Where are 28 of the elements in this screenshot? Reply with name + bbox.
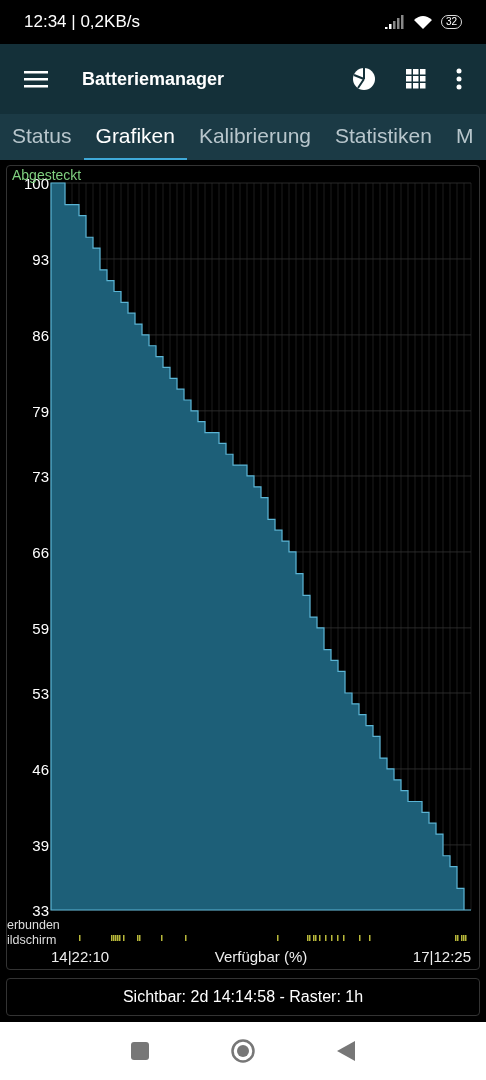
- home-icon[interactable]: [231, 1039, 255, 1064]
- y-tick-label: 39: [32, 837, 49, 854]
- tab[interactable]: Grafiken: [83, 113, 187, 161]
- tab[interactable]: Statistiken: [323, 113, 444, 161]
- row-label: erbunden: [7, 917, 60, 932]
- y-tick-label: 59: [32, 620, 49, 637]
- y-tick-label: 53: [32, 685, 49, 703]
- y-tick-label: 86: [32, 327, 49, 345]
- x-axis-title: Verfügbar (%): [214, 948, 308, 966]
- back-icon[interactable]: [337, 1041, 355, 1062]
- y-tick-label: 33: [32, 902, 49, 917]
- x-start-label: 14|22:10: [51, 948, 110, 966]
- x-end-label: 17|12:25: [412, 948, 471, 966]
- y-tick-label: 73: [32, 468, 49, 486]
- tab[interactable]: Status: [0, 113, 84, 161]
- visible-range-text: Sichtbar: 2d 14:14:58 - Raster: 1h: [122, 988, 364, 1007]
- signal-icon: [384, 15, 405, 30]
- recents-icon[interactable]: [131, 1042, 149, 1061]
- row-label: ildschirm: [7, 932, 57, 947]
- y-tick-label: 93: [32, 251, 49, 269]
- tab[interactable]: M: [443, 113, 486, 161]
- y-tick-label: 66: [32, 544, 49, 562]
- wifi-icon: [412, 14, 433, 31]
- tab[interactable]: Kalibrierung: [186, 113, 323, 161]
- y-tick-label: 46: [32, 761, 49, 779]
- status-time: 12:34 | 0,2KB/s: [24, 12, 140, 33]
- app-title: Batteriemanager: [82, 68, 226, 90]
- y-tick-label: 79: [32, 403, 49, 420]
